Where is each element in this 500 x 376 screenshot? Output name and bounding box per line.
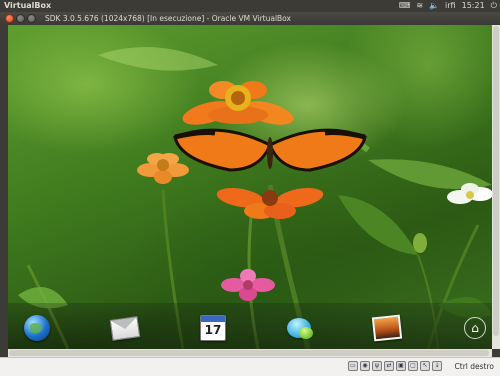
top-panel: VirtualBox ⌨ ≋ 🔈 irfi 15:21 ⏻	[0, 0, 500, 12]
keyboard-icon[interactable]: ⌨	[399, 0, 411, 12]
host-key-icon: ↓	[432, 361, 442, 371]
guest-dock: 17 ⌂	[8, 303, 492, 349]
horizontal-scroll-thumb[interactable]	[9, 350, 489, 356]
shared-folder-icon[interactable]: ▣	[396, 361, 406, 371]
home-icon[interactable]: ⌂	[460, 313, 490, 343]
usb-icon[interactable]: ψ	[372, 361, 382, 371]
close-button[interactable]	[5, 14, 14, 23]
mouse-integration-icon[interactable]: ↖	[420, 361, 430, 371]
horizontal-scrollbar[interactable]	[8, 349, 492, 357]
guest-display[interactable]: 17 ⌂	[8, 25, 492, 349]
volume-icon[interactable]: 🔈	[429, 0, 439, 12]
window-titlebar[interactable]: SDK 3.0.5.676 (1024x768) [In esecuzione]…	[0, 12, 500, 25]
calendar-day: 17	[204, 323, 222, 337]
vertical-scroll-thumb[interactable]	[493, 26, 499, 336]
calendar-icon[interactable]: 17	[198, 313, 228, 343]
display-icon[interactable]: ▢	[408, 361, 418, 371]
window-left-border	[0, 25, 8, 357]
browser-icon[interactable]	[22, 313, 52, 343]
network-icon[interactable]: ⇄	[384, 361, 394, 371]
power-icon[interactable]: ⏻	[491, 0, 497, 12]
wifi-icon[interactable]: ≋	[416, 0, 423, 12]
minimize-button[interactable]	[16, 14, 25, 23]
clock[interactable]: 15:21	[462, 0, 485, 12]
gallery-icon[interactable]	[371, 313, 403, 343]
maximize-button[interactable]	[27, 14, 36, 23]
wallpaper-image	[18, 47, 492, 349]
app-title: VirtualBox	[4, 1, 52, 10]
user-name[interactable]: irfi	[445, 0, 456, 12]
window-title: SDK 3.0.5.676 (1024x768) [In esecuzione]…	[45, 14, 291, 23]
vm-statusbar: ▭ ◉ ψ ⇄ ▣ ▢ ↖ ↓ Ctrl destro	[0, 357, 500, 376]
device-indicators: ▭ ◉ ψ ⇄ ▣ ▢ ↖ ↓	[348, 361, 442, 371]
messaging-icon[interactable]	[284, 313, 314, 343]
host-key-label: Ctrl destro	[454, 362, 494, 371]
system-tray: ⌨ ≋ 🔈 irfi 15:21 ⏻	[399, 0, 497, 12]
mail-icon[interactable]	[109, 313, 141, 343]
vertical-scrollbar[interactable]	[492, 25, 500, 349]
hard-disk-icon[interactable]: ▭	[348, 361, 358, 371]
optical-drive-icon[interactable]: ◉	[360, 361, 370, 371]
